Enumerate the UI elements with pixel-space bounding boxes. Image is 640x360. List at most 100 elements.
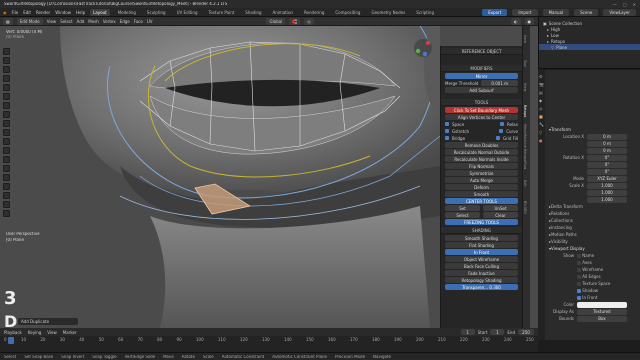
center-unset-button[interactable]: UnSet (483, 205, 518, 211)
import-button[interactable]: Import (512, 8, 538, 16)
menu-help[interactable]: Help (76, 10, 85, 15)
location-x-field[interactable]: 0 m (587, 133, 627, 140)
manual-button[interactable]: Manual (542, 8, 570, 16)
tab-rendering[interactable]: Rendering (301, 9, 327, 16)
shading-header[interactable]: SHADING (441, 227, 522, 234)
last-operation-panel[interactable]: Add Duplicate (18, 318, 78, 325)
rotate-icon[interactable] (3, 75, 10, 82)
tab-modeling[interactable]: Modeling (115, 9, 139, 16)
transform-icon[interactable] (3, 93, 10, 100)
inset-icon[interactable] (3, 129, 10, 136)
cursor-icon[interactable] (3, 57, 10, 64)
location-z-field[interactable]: 0 m (587, 147, 627, 154)
tab-scripting[interactable]: Scripting (413, 9, 437, 16)
scene-props-icon[interactable]: ◆ (539, 98, 544, 103)
menu-add[interactable]: Add (77, 19, 85, 24)
relations-section[interactable]: ▸ Relations (539, 210, 640, 217)
shading-solid-icon[interactable]: ● (524, 17, 534, 25)
back-face-culling-button[interactable]: Back Face Culling (445, 263, 518, 269)
recalc-normals-outside-button[interactable]: Recalculate Normal Outside (445, 149, 518, 155)
merge-threshold-field[interactable]: 0.001 m (481, 80, 518, 86)
center-set-button[interactable]: Set (445, 205, 480, 211)
bridge-checkbox[interactable]: Bridge (452, 136, 465, 141)
tab-layout[interactable]: Layout (90, 8, 110, 16)
scale-z-field[interactable]: 1.000 (587, 196, 627, 203)
outliner-item-plane[interactable]: ▽ Plane (539, 44, 640, 50)
visibility-section[interactable]: ▸ Visibility (539, 238, 640, 245)
relax-checkbox[interactable]: Relax (507, 122, 518, 127)
tab-shading[interactable]: Shading (242, 9, 264, 16)
modifiers-header[interactable]: MODIFIERS (441, 65, 522, 72)
tab-geometry-nodes[interactable]: Geometry Nodes (368, 9, 408, 16)
modifier-props-icon[interactable]: 🔧 (539, 122, 544, 127)
move-icon[interactable] (3, 66, 10, 73)
knife-icon[interactable] (3, 156, 10, 163)
export-button[interactable]: Export (482, 8, 508, 16)
overlay-icon[interactable]: ◐ (511, 17, 521, 25)
tab-tool[interactable]: Tool (523, 52, 527, 74)
select-box-icon[interactable] (3, 48, 10, 55)
recalc-normals-inside-button[interactable]: Recalculate Normals Inside (445, 156, 518, 162)
tab-retopo[interactable]: Retopo (523, 100, 527, 122)
annotate-icon[interactable] (3, 102, 10, 109)
menu-view[interactable]: View (47, 19, 57, 24)
fade-inactive-button[interactable]: Fade Inactive (445, 270, 518, 276)
mode-selector[interactable]: Edit Mode (16, 17, 43, 25)
tab-edit[interactable]: Edit (523, 172, 527, 194)
viewport-display-section[interactable]: ▾ Viewport Display (539, 245, 640, 252)
freezing-tools-header[interactable]: FREEZING TOOLS (445, 219, 518, 225)
grid-fill-checkbox[interactable]: Grid Fill (503, 136, 518, 141)
tab-retopoflow[interactable]: RetopoFlow (523, 148, 527, 170)
current-frame-field[interactable]: 1 (460, 329, 475, 335)
view-menu[interactable]: View (47, 330, 57, 335)
menu-uv[interactable]: UV (147, 19, 153, 24)
transform-orientation[interactable]: Global (266, 17, 286, 25)
menu-face[interactable]: Face (134, 19, 143, 24)
show-shadow-checkbox[interactable]: Shadow (582, 288, 598, 293)
tab-bygen[interactable]: BY-GEN (523, 196, 527, 218)
menu-window[interactable]: Window (55, 10, 71, 15)
tab-texture-paint[interactable]: Texture Paint (205, 9, 237, 16)
shrink-icon[interactable] (3, 192, 10, 199)
rotation-mode-select[interactable]: XYZ Euler (587, 175, 627, 182)
curve-checkbox[interactable]: Curve (506, 129, 518, 134)
tab-sculpting[interactable]: Sculpting (144, 9, 169, 16)
rotation-y-field[interactable]: 0° (587, 161, 627, 168)
reference-object-header[interactable]: REFERENCE OBJECT (441, 48, 522, 55)
maximize-icon[interactable]: ▢ (623, 2, 627, 7)
show-name-checkbox[interactable]: Name (582, 253, 594, 258)
world-props-icon[interactable]: ◎ (539, 106, 544, 111)
collections-section[interactable]: ▸ Collections (539, 217, 640, 224)
display-as-select[interactable]: Textured (577, 308, 627, 315)
bounds-select[interactable]: Box (577, 315, 627, 322)
material-props-icon[interactable]: ● (539, 138, 544, 143)
tools-header[interactable]: TOOLS (441, 99, 522, 106)
remove-doubles-button[interactable]: Remove Doubles (445, 142, 518, 148)
measure-icon[interactable] (3, 111, 10, 118)
in-front-toggle[interactable]: In Front (445, 249, 518, 255)
object-props-icon[interactable]: ■ (539, 114, 544, 119)
object-wireframe-button[interactable]: Object Wireframe (445, 256, 518, 262)
show-texture-space-checkbox[interactable]: Texture Space (582, 281, 610, 286)
menu-file[interactable]: File (12, 10, 19, 15)
shear-icon[interactable] (3, 201, 10, 208)
instancing-section[interactable]: ▸ Instancing (539, 224, 640, 231)
playhead[interactable] (8, 337, 14, 344)
gstretch-checkbox[interactable]: Gstretch (452, 129, 469, 134)
scale-y-field[interactable]: 1.000 (587, 189, 627, 196)
color-swatch[interactable] (577, 301, 627, 308)
end-frame-field[interactable]: 250 (518, 329, 534, 335)
scale-x-field[interactable]: 1.000 (587, 182, 627, 189)
add-subsurf-button[interactable]: Add Subsurf (445, 87, 518, 93)
proportional-icon[interactable]: ◎ (304, 17, 314, 25)
center-clear-button[interactable]: Clear (483, 212, 518, 218)
symmetrize-button[interactable]: Symmetrize (445, 170, 518, 176)
spin-icon[interactable] (3, 174, 10, 181)
retopology-shading-button[interactable]: Retopology Shading (445, 277, 518, 283)
rip-icon[interactable] (3, 210, 10, 217)
show-axes-checkbox[interactable]: Axes (582, 260, 592, 265)
tab-animation[interactable]: Animation (270, 9, 296, 16)
tab-view[interactable]: View (523, 76, 527, 98)
data-props-icon[interactable]: ▽ (539, 130, 544, 135)
center-select-button[interactable]: Select (445, 212, 480, 218)
